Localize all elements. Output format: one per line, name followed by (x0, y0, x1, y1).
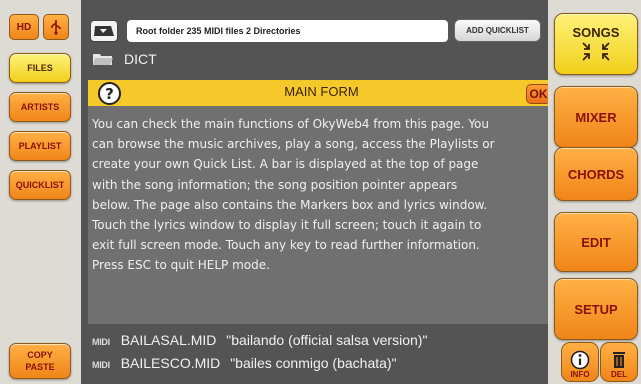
trash-icon (613, 352, 625, 368)
songs-button[interactable]: SONGS (554, 13, 638, 75)
folder-icon (93, 54, 113, 65)
nav-artists-button[interactable]: ARTISTS (9, 92, 71, 122)
delete-button[interactable]: DEL (600, 342, 638, 382)
help-text: You can check the main functions of OkyW… (92, 117, 495, 273)
storage-selector: HD (9, 14, 69, 40)
song-title: "bailes conmigo (bachata)" (230, 355, 397, 371)
info-button[interactable]: INFO (561, 342, 599, 382)
hd-button[interactable]: HD (9, 14, 39, 40)
file-name: BAILESCO.MID (120, 355, 221, 371)
drive-button[interactable] (90, 20, 118, 42)
nav-playlist-button[interactable]: PLAYLIST (9, 131, 71, 161)
copy-label: COPY (27, 350, 53, 360)
add-quicklist-button[interactable]: ADD QUICKLIST (454, 19, 541, 42)
setup-button[interactable]: SETUP (554, 278, 638, 340)
song-title: "bailando (official salsa version)" (226, 332, 428, 348)
nav-quicklist-button[interactable]: QUICKLIST (9, 170, 71, 200)
folder-path-field[interactable]: Root folder 235 MIDI files 2 Directories (126, 19, 449, 43)
info-label: INFO (570, 370, 590, 379)
list-item[interactable]: MIDI BAILASAL.MID "bailando (official sa… (92, 332, 427, 348)
del-label: DEL (611, 370, 627, 379)
drive-icon (94, 26, 114, 36)
dialog-title: MAIN FORM (284, 84, 359, 99)
songs-label: SONGS (572, 24, 620, 40)
nav-files-button[interactable]: FILES (9, 53, 71, 83)
edit-button[interactable]: EDIT (554, 212, 638, 272)
midi-file-icon: MIDI (92, 360, 110, 370)
mixer-button[interactable]: MIXER (554, 86, 638, 148)
usb-button[interactable] (43, 14, 69, 40)
copy-paste-button[interactable]: COPY PASTE (9, 343, 71, 379)
folder-row[interactable]: DICT (92, 51, 157, 67)
paste-label: PASTE (25, 362, 55, 372)
info-icon (570, 350, 590, 370)
file-name: BAILASAL.MID (120, 332, 217, 348)
folder-name: DICT (124, 51, 157, 67)
list-item[interactable]: MIDI BAILESCO.MID "bailes conmigo (bacha… (92, 355, 397, 371)
usb-icon (51, 20, 61, 35)
chords-button[interactable]: CHORDS (554, 147, 638, 201)
midi-file-icon: MIDI (92, 337, 110, 347)
fullscreen-arrows-icon (582, 41, 610, 61)
